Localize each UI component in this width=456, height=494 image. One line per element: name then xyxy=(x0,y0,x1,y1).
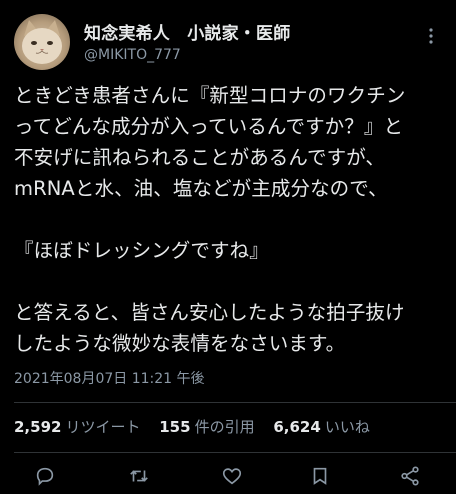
display-name[interactable]: 知念実希人 小説家・医師 xyxy=(84,19,290,44)
quote-count-stat[interactable]: 155 件の引用 xyxy=(159,416,254,437)
like-button[interactable] xyxy=(220,464,244,488)
tweet-stats: 2,592 リツイート 155 件の引用 6,624 いいね xyxy=(14,416,384,437)
more-vertical-icon xyxy=(429,28,433,44)
user-name-block: 知念実希人 小説家・医師 @MIKITO_777 xyxy=(84,19,290,63)
like-count: 6,624 xyxy=(273,418,321,436)
retweet-count: 2,592 xyxy=(14,418,62,436)
more-options-button[interactable] xyxy=(424,26,438,46)
user-handle[interactable]: @MIKITO_777 xyxy=(84,47,290,63)
divider xyxy=(14,452,456,453)
quote-label: 件の引用 xyxy=(194,418,255,436)
share-button[interactable] xyxy=(398,464,422,488)
bookmark-button[interactable] xyxy=(308,464,332,488)
tweet-timestamp[interactable]: 2021年08月07日 11:21 午後 xyxy=(14,368,205,388)
like-label: いいね xyxy=(324,418,370,436)
avatar[interactable] xyxy=(14,14,70,70)
tweet-header: 知念実希人 小説家・医師 @MIKITO_777 xyxy=(14,14,446,70)
share-icon xyxy=(401,466,419,486)
divider xyxy=(14,402,456,403)
like-count-stat[interactable]: 6,624 いいね xyxy=(273,416,369,437)
quote-count: 155 xyxy=(159,418,191,436)
tweet-text: ときどき患者さんに『新型コロナのワクチン ってどんな成分が入っているんですか？』… xyxy=(14,84,406,355)
retweet-label: リツイート xyxy=(65,418,141,436)
reply-icon xyxy=(36,467,54,486)
tweet-card: 知念実希人 小説家・医師 @MIKITO_777 ときどき患者さんに『新型コロナ… xyxy=(0,0,456,488)
retweet-button[interactable] xyxy=(127,464,151,488)
retweet-count-stat[interactable]: 2,592 リツイート xyxy=(14,416,140,437)
reply-button[interactable] xyxy=(33,464,57,488)
bookmark-icon xyxy=(313,467,327,485)
tweet-actions xyxy=(0,464,456,494)
like-icon xyxy=(222,468,242,485)
retweet-icon xyxy=(130,470,148,482)
cat-avatar-icon xyxy=(22,20,62,64)
